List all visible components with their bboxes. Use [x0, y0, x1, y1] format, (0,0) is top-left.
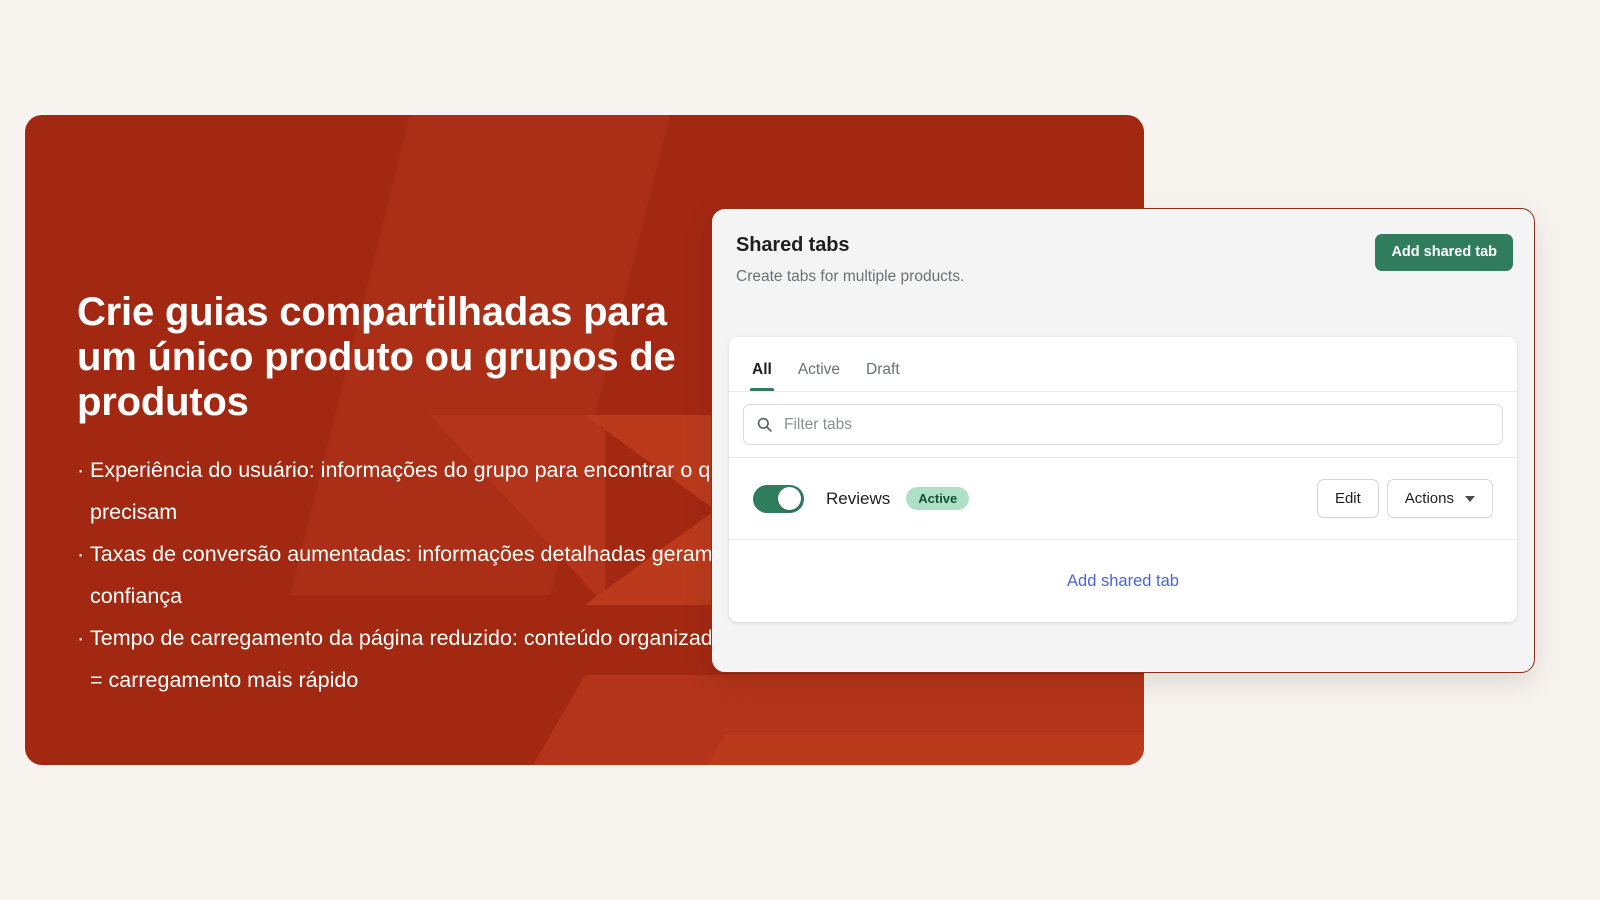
list-item: Tempo de carregamento da página reduzido…	[77, 618, 737, 702]
hero-benefit-list: Experiência do usuário: informações do g…	[77, 450, 737, 702]
chevron-down-icon	[1465, 495, 1475, 502]
add-shared-tab-button[interactable]: Add shared tab	[1375, 234, 1513, 271]
panel-footer: Add shared tab	[729, 540, 1517, 622]
list-item: Taxas de conversão aumentadas: informaçõ…	[77, 534, 737, 618]
add-shared-tab-link[interactable]: Add shared tab	[1067, 572, 1179, 591]
filter-tabs-input[interactable]	[784, 415, 1490, 434]
toggle-knob	[778, 487, 801, 510]
screen: Crie guias compartilhadas para um único …	[0, 0, 1600, 900]
card-header: Shared tabs Create tabs for multiple pro…	[712, 209, 1534, 313]
filter-tabs-field[interactable]	[743, 404, 1503, 445]
tab-active[interactable]: Active	[785, 361, 853, 392]
hero-title: Crie guias compartilhadas para um único …	[77, 290, 676, 424]
tab-draft[interactable]: Draft	[853, 361, 913, 392]
actions-button[interactable]: Actions	[1386, 478, 1493, 519]
list-item: Experiência do usuário: informações do g…	[77, 450, 737, 534]
actions-button-label: Actions	[1404, 489, 1454, 507]
tabs-panel: All Active Draft Filter tabs Reviews Act…	[729, 337, 1517, 622]
page-subtitle: Create tabs for multiple products.	[736, 268, 965, 285]
tab-bar: All Active Draft	[729, 337, 1517, 392]
status-badge: Active	[906, 487, 970, 510]
enable-tab-toggle[interactable]	[753, 484, 804, 513]
filter-row	[729, 392, 1517, 458]
tab-all[interactable]: All	[739, 361, 785, 392]
search-icon	[756, 416, 773, 433]
shared-tabs-card: Shared tabs Create tabs for multiple pro…	[711, 208, 1535, 673]
table-row: Reviews Active Edit Actions	[729, 458, 1517, 540]
row-actions: Edit Actions	[1316, 478, 1493, 519]
edit-button[interactable]: Edit	[1316, 478, 1379, 519]
tab-name-label: Reviews	[826, 488, 891, 508]
